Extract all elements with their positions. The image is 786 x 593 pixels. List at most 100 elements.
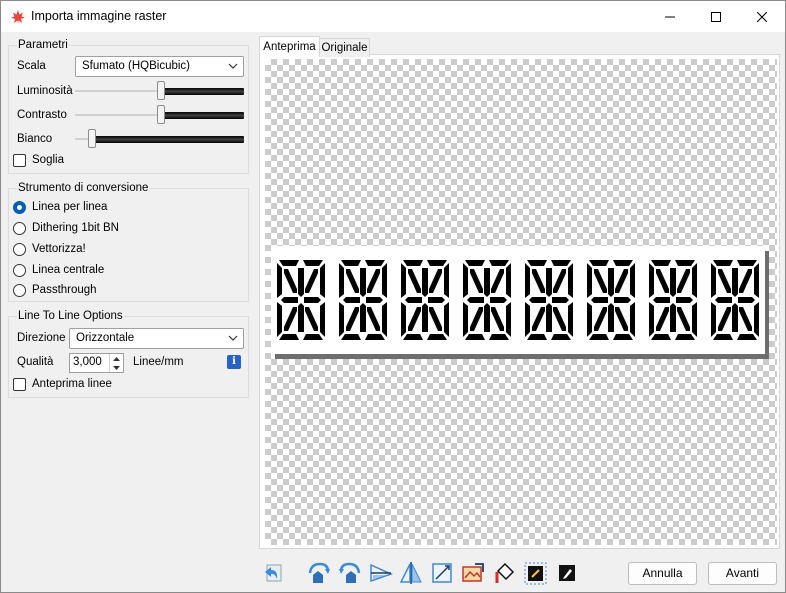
parametri-title: Parametri <box>17 39 69 51</box>
minimize-button[interactable] <box>647 1 693 32</box>
flip-horizontal-icon[interactable] <box>369 561 394 585</box>
segment <box>422 268 428 297</box>
segment <box>525 302 530 337</box>
cancel-button[interactable]: Annulla <box>628 562 697 585</box>
option-label-passthrough: Passthrough <box>32 284 97 296</box>
close-icon <box>757 11 767 22</box>
segment <box>341 334 361 340</box>
maximize-button[interactable] <box>693 1 739 32</box>
slider-thumb[interactable] <box>88 129 96 148</box>
qualita-stepper[interactable]: 3,000 <box>69 353 124 373</box>
segment <box>463 302 468 337</box>
slider-thumb[interactable] <box>157 105 165 124</box>
segment <box>427 260 447 266</box>
fill-icon[interactable] <box>493 561 517 585</box>
crop-icon[interactable] <box>430 561 454 585</box>
segment <box>408 269 421 293</box>
segment <box>651 334 671 340</box>
soglia-checkbox[interactable] <box>13 154 26 167</box>
stepper-up-button[interactable] <box>110 354 123 363</box>
segment <box>739 307 752 331</box>
segment-digit <box>649 260 697 340</box>
segment <box>711 302 716 337</box>
auto-crop-icon[interactable] <box>461 561 485 585</box>
segment <box>715 297 732 303</box>
bianco-slider[interactable] <box>75 128 244 150</box>
reset-icon[interactable] <box>261 561 285 585</box>
segment <box>649 263 654 298</box>
segment <box>754 263 759 298</box>
flip-vertical-icon[interactable] <box>399 561 423 585</box>
option-label-linea-centrale: Linea centrale <box>32 264 105 276</box>
luminosita-label: Luminosità <box>17 85 73 97</box>
tab-originale[interactable]: Originale <box>319 38 370 57</box>
rotate-cw-icon[interactable] <box>338 561 362 585</box>
segment <box>546 268 552 297</box>
contrasto-slider[interactable] <box>75 104 244 126</box>
segment <box>277 302 282 337</box>
segment <box>422 303 428 332</box>
segment <box>490 297 507 303</box>
radio-vettorizza[interactable] <box>13 243 26 256</box>
segment <box>360 303 366 332</box>
option-label-linea-per-linea: Linea per linea <box>32 201 108 213</box>
segment <box>367 307 380 331</box>
segment <box>298 268 304 297</box>
segment <box>366 297 383 303</box>
segment <box>360 268 366 297</box>
slider-thumb[interactable] <box>157 81 165 100</box>
app-logo-icon <box>11 10 25 24</box>
segment <box>739 269 752 293</box>
segment <box>429 269 442 293</box>
segment <box>525 263 530 298</box>
segment <box>304 297 321 303</box>
invert-icon[interactable] <box>524 561 548 585</box>
slider-fill <box>92 136 244 143</box>
radio-linea-centrale[interactable] <box>13 264 26 277</box>
segment <box>463 263 468 298</box>
scala-select[interactable]: Sfumato (HQBicubic) <box>75 56 244 77</box>
radio-dithering[interactable] <box>13 222 26 235</box>
segment <box>553 307 566 331</box>
segment <box>470 307 483 331</box>
segment-digit <box>401 260 449 340</box>
line-options-title: Line To Line Options <box>17 310 124 322</box>
rotate-ccw-icon[interactable] <box>307 561 331 585</box>
segment <box>491 307 504 331</box>
segment <box>615 307 628 331</box>
segment <box>546 303 552 332</box>
tab-anteprima[interactable]: Anteprima <box>259 36 320 57</box>
segment <box>587 263 592 298</box>
direzione-select[interactable]: Orizzontale <box>69 328 244 349</box>
next-button[interactable]: Avanti <box>708 562 777 585</box>
radio-linea-per-linea[interactable] <box>13 201 26 214</box>
segment <box>303 260 323 266</box>
segment <box>405 297 422 303</box>
segment <box>284 307 297 331</box>
segment <box>737 260 757 266</box>
caret-down-icon <box>113 365 120 370</box>
close-button[interactable] <box>739 1 785 32</box>
qualita-value: 3,000 <box>73 356 102 368</box>
segment <box>677 307 690 331</box>
segment-digit <box>277 260 325 340</box>
window-title: Importa immagine raster <box>31 9 167 23</box>
segment <box>320 263 325 298</box>
stepper-down-button[interactable] <box>110 363 123 372</box>
segment <box>670 303 676 332</box>
segment <box>467 297 484 303</box>
segment <box>732 303 738 332</box>
radio-passthrough[interactable] <box>13 284 26 297</box>
anteprima-linee-checkbox[interactable] <box>13 378 26 391</box>
slider-fill <box>161 112 244 119</box>
segment <box>615 269 628 293</box>
segment <box>551 334 571 340</box>
segment <box>591 297 608 303</box>
segment <box>489 334 509 340</box>
segment <box>630 302 635 337</box>
info-icon[interactable]: i <box>227 355 241 369</box>
segment <box>675 334 695 340</box>
luminosita-slider[interactable] <box>75 80 244 102</box>
segment <box>553 269 566 293</box>
edit-icon[interactable] <box>555 561 579 585</box>
